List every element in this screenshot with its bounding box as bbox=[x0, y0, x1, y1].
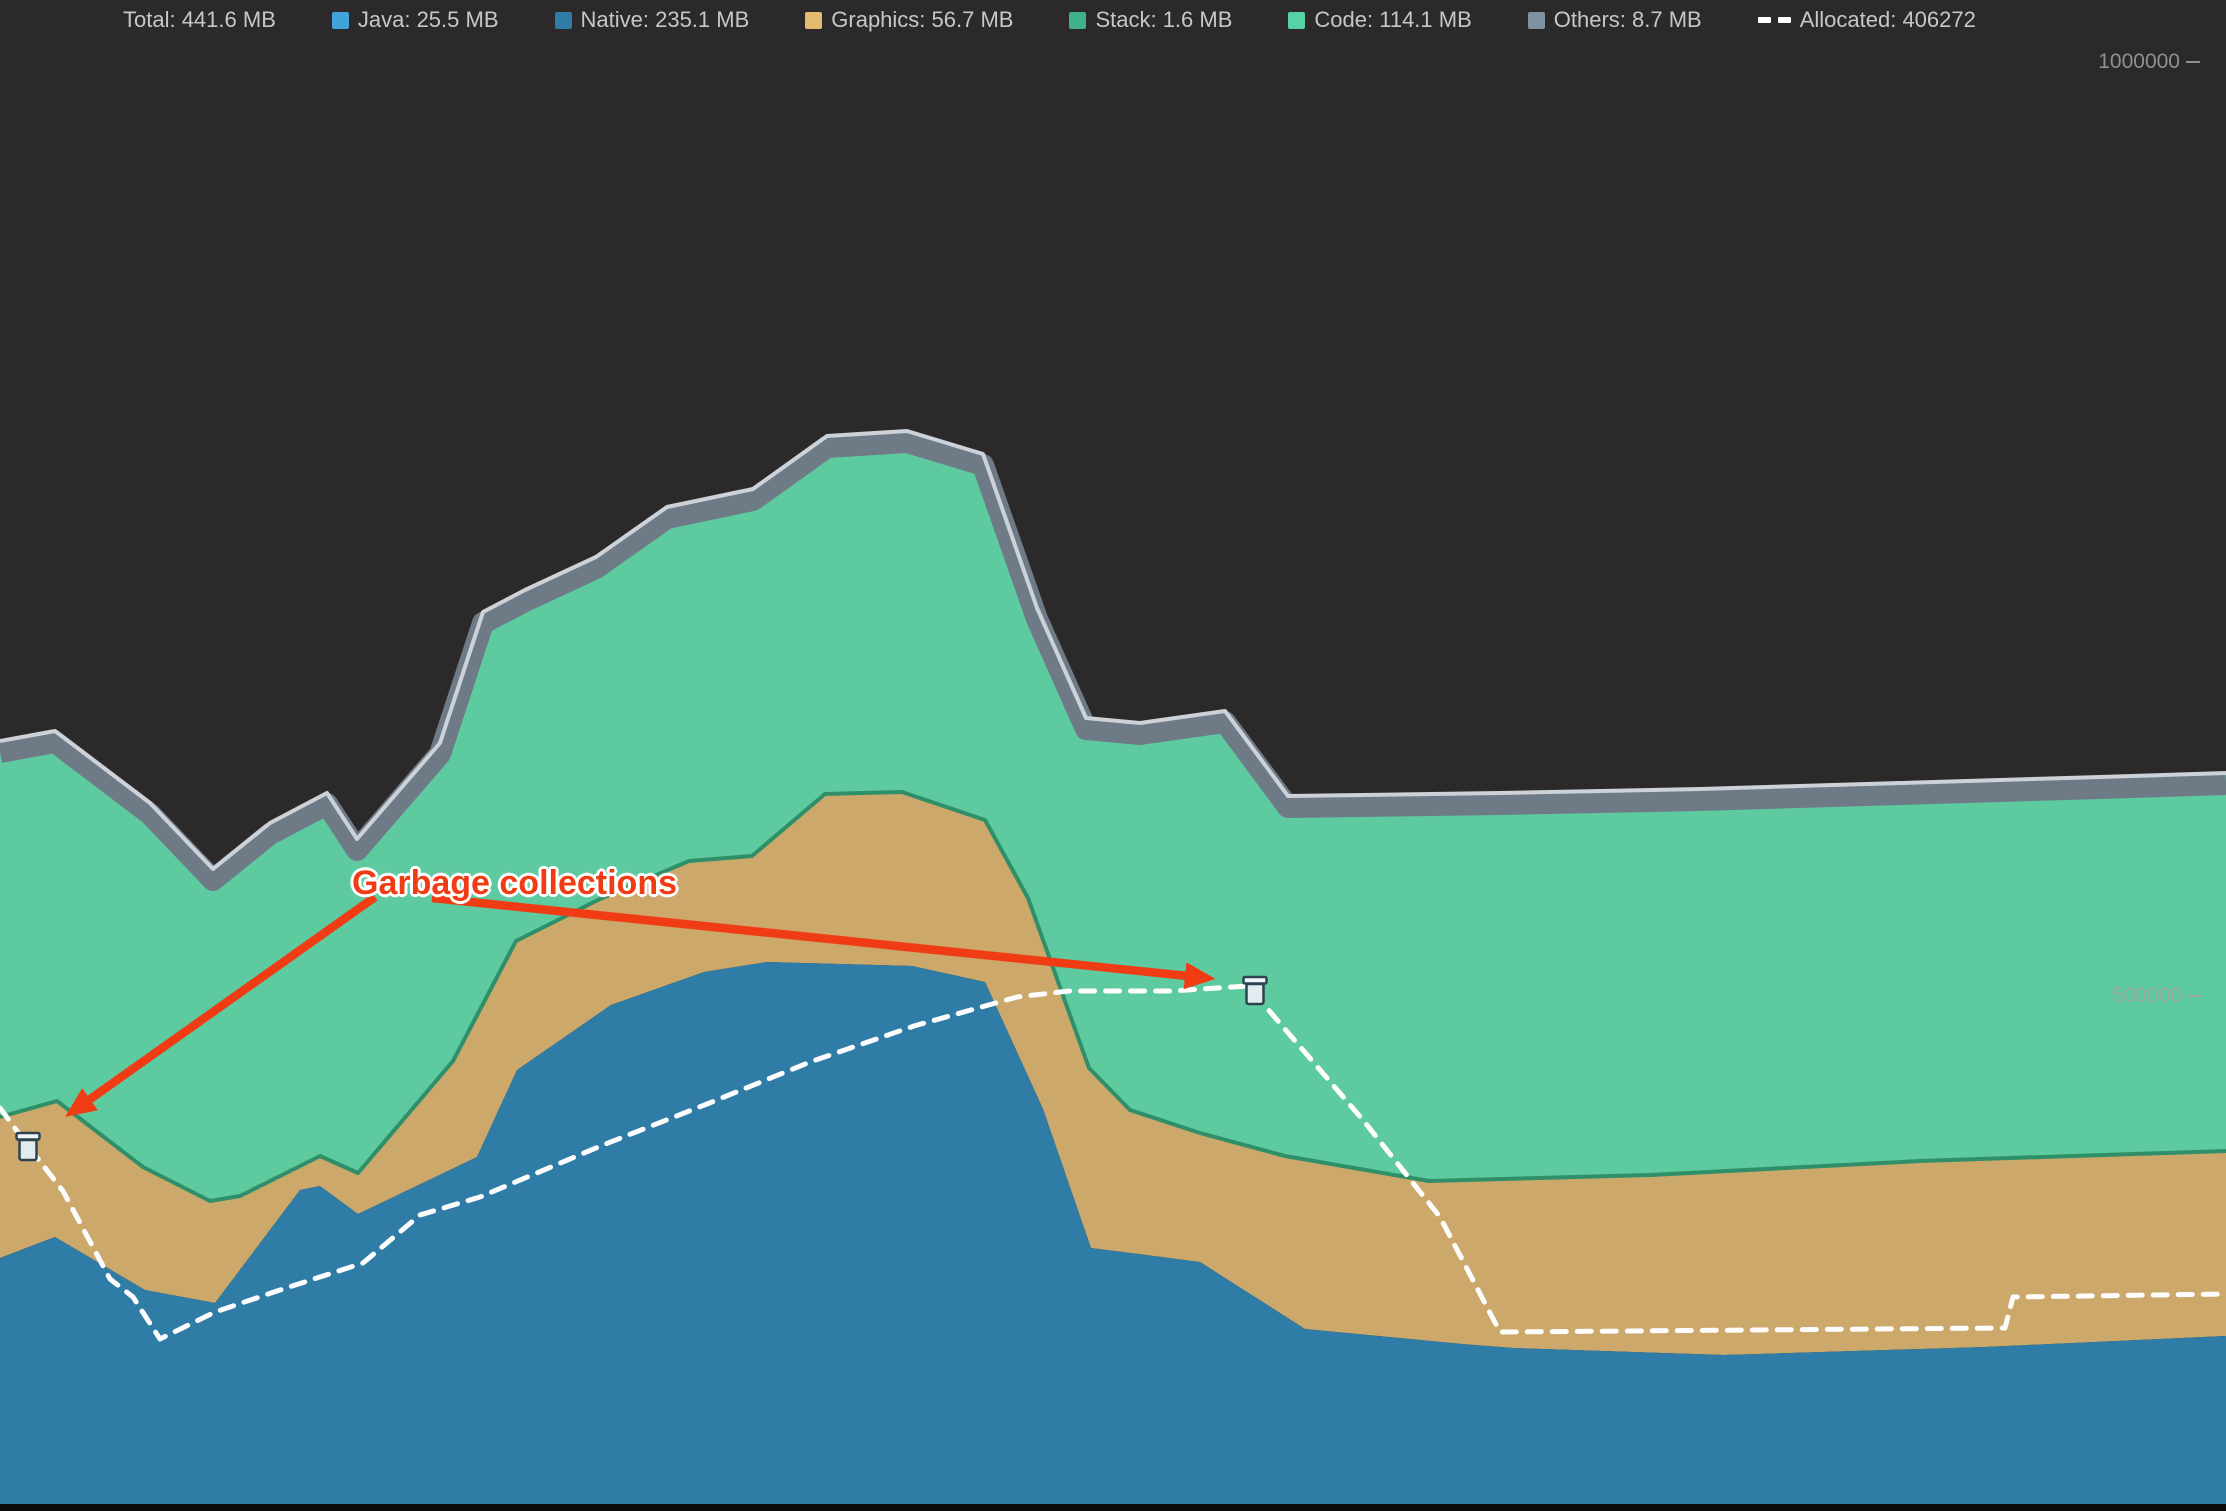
legend-item-label: Graphics: 56.7 MB bbox=[831, 7, 1013, 33]
graphics-swatch-icon bbox=[805, 12, 822, 29]
axis-tick-value: 500000 bbox=[2112, 984, 2182, 1008]
axis-tick-mark bbox=[2188, 995, 2202, 997]
garbage-collections-annotation: Garbage collections bbox=[352, 864, 677, 903]
legend-item-total: Total: 441.6 MB bbox=[123, 7, 276, 33]
legend-item-others: Others: 8.7 MB bbox=[1528, 7, 1702, 33]
right-axis-label-1000000: 1000000 bbox=[2098, 50, 2200, 74]
legend-item-code: Code: 114.1 MB bbox=[1288, 7, 1471, 33]
baseline-strip bbox=[0, 1504, 2226, 1511]
legend-item-allocated: Allocated: 406272 bbox=[1758, 7, 1976, 33]
native-swatch-icon bbox=[555, 12, 572, 29]
legend-item-label: Native: 235.1 MB bbox=[581, 7, 750, 33]
memory-profiler-view: Total: 441.6 MB Java: 25.5 MB Native: 235.… bbox=[0, 0, 2226, 1511]
memory-usage-stacked-chart[interactable] bbox=[0, 0, 2226, 1511]
others-swatch-icon bbox=[1528, 12, 1545, 29]
legend-item-label: Total: 441.6 MB bbox=[123, 7, 276, 33]
axis-tick-mark bbox=[2186, 61, 2200, 63]
right-axis-label-500000: 500000 bbox=[2112, 984, 2202, 1008]
legend-item-label: Java: 25.5 MB bbox=[358, 7, 499, 33]
gc-event-trash-icon bbox=[17, 1133, 40, 1160]
stack-swatch-icon bbox=[1069, 12, 1086, 29]
allocated-dash-icon bbox=[1758, 17, 1791, 23]
java-swatch-icon bbox=[332, 12, 349, 29]
legend-item-native: Native: 235.1 MB bbox=[555, 7, 750, 33]
legend-item-stack: Stack: 1.6 MB bbox=[1069, 7, 1232, 33]
legend-item-label: Allocated: 406272 bbox=[1800, 7, 1976, 33]
gc-event-trash-icon bbox=[1244, 977, 1267, 1004]
legend-item-label: Others: 8.7 MB bbox=[1554, 7, 1702, 33]
legend-item-label: Code: 114.1 MB bbox=[1314, 7, 1471, 33]
legend-item-graphics: Graphics: 56.7 MB bbox=[805, 7, 1013, 33]
legend-bar: Total: 441.6 MB Java: 25.5 MB Native: 235.… bbox=[123, 0, 1976, 40]
axis-tick-value: 1000000 bbox=[2098, 50, 2180, 74]
legend-item-label: Stack: 1.6 MB bbox=[1095, 7, 1232, 33]
legend-item-java: Java: 25.5 MB bbox=[332, 7, 499, 33]
code-swatch-icon bbox=[1288, 12, 1305, 29]
